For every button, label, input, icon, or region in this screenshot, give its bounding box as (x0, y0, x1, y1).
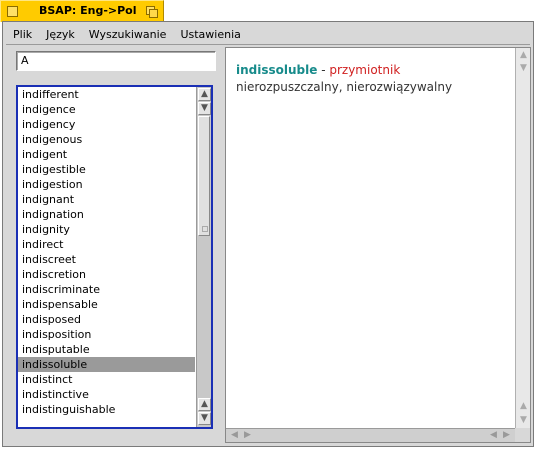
hscroll-left-icon[interactable]: ◀ (228, 429, 241, 442)
hscroll-left-icon-end[interactable]: ◀ (487, 429, 500, 442)
list-item[interactable]: indisposition (18, 327, 195, 342)
definition-horizontal-scrollbar[interactable]: ◀ ▶ ◀ ▶ (226, 428, 515, 442)
def-scroll-down-icon-bottom[interactable]: ▼ (517, 414, 530, 427)
window-tab[interactable]: BSAP: Eng->Pol (0, 0, 164, 22)
list-item[interactable]: indirect (18, 237, 195, 252)
list-item[interactable]: indistinguishable (18, 402, 195, 417)
list-item[interactable]: indignation (18, 207, 195, 222)
list-item[interactable]: indiscreet (18, 252, 195, 267)
list-item[interactable]: indignity (18, 222, 195, 237)
search-input[interactable]: A (16, 51, 216, 71)
hscroll-right-icon[interactable]: ▶ (241, 429, 254, 442)
list-item[interactable]: indigent (18, 147, 195, 162)
scroll-down-icon[interactable]: ▼ (198, 102, 211, 115)
menu-jezyk[interactable]: Język (39, 28, 82, 41)
scroll-up-icon-bottom[interactable]: ▲ (198, 398, 211, 411)
list-item[interactable]: indifferent (18, 87, 195, 102)
definition-vertical-scrollbar[interactable]: ▲ ▼ ▲ ▼ (515, 48, 530, 430)
list-item[interactable]: indigency (18, 117, 195, 132)
list-item[interactable]: indigestion (18, 177, 195, 192)
menu-bar: Plik Język Wyszukiwanie Ustawienia (6, 25, 530, 45)
menu-ustawienia[interactable]: Ustawienia (173, 28, 247, 41)
definition-view[interactable]: indissoluble - przymiotnik nierozpuszcza… (225, 47, 531, 443)
def-scroll-down-icon[interactable]: ▼ (517, 62, 530, 75)
list-item[interactable]: indissoluble (18, 357, 195, 372)
scroll-thumb[interactable] (198, 116, 210, 236)
translation: nierozpuszczalny, nierozwiązywalny (236, 80, 453, 94)
list-item[interactable]: indigenous (18, 132, 195, 147)
list-scrollbar[interactable]: ▲ ▼ ▲ ▼ (196, 87, 211, 427)
list-item[interactable]: indiscretion (18, 267, 195, 282)
headword: indissoluble (236, 63, 318, 77)
resize-grip-icon[interactable] (515, 428, 530, 442)
list-item[interactable]: indiscriminate (18, 282, 195, 297)
menu-wyszukiwanie[interactable]: Wyszukiwanie (82, 28, 174, 41)
close-icon[interactable] (7, 6, 18, 17)
list-item[interactable]: indistinct (18, 372, 195, 387)
list-item[interactable]: indigence (18, 102, 195, 117)
part-of-speech: przymiotnik (329, 63, 401, 77)
scroll-up-icon[interactable]: ▲ (198, 88, 211, 101)
main-window: Plik Język Wyszukiwanie Ustawienia A ind… (2, 21, 534, 447)
list-item[interactable]: indisputable (18, 342, 195, 357)
list-item[interactable]: indignant (18, 192, 195, 207)
zoom-icon[interactable] (146, 6, 158, 18)
list-item[interactable]: indispensable (18, 297, 195, 312)
word-list[interactable]: indifferent indigence indigency indigenous i… (16, 85, 213, 429)
def-scroll-up-icon[interactable]: ▲ (517, 49, 530, 62)
list-item[interactable]: indistinctive (18, 387, 195, 402)
list-item[interactable]: indisposed (18, 312, 195, 327)
def-scroll-up-icon-bottom[interactable]: ▲ (517, 400, 530, 413)
window-title: BSAP: Eng->Pol (39, 4, 137, 17)
definition-text: indissoluble - przymiotnik nierozpuszcza… (236, 62, 508, 96)
menu-plik[interactable]: Plik (6, 28, 39, 41)
separator: - (317, 63, 330, 77)
scroll-down-icon-bottom[interactable]: ▼ (198, 412, 211, 425)
list-item[interactable]: indigestible (18, 162, 195, 177)
word-list-items: indifferent indigence indigency indigenous i… (18, 87, 195, 427)
hscroll-right-icon-end[interactable]: ▶ (500, 429, 513, 442)
